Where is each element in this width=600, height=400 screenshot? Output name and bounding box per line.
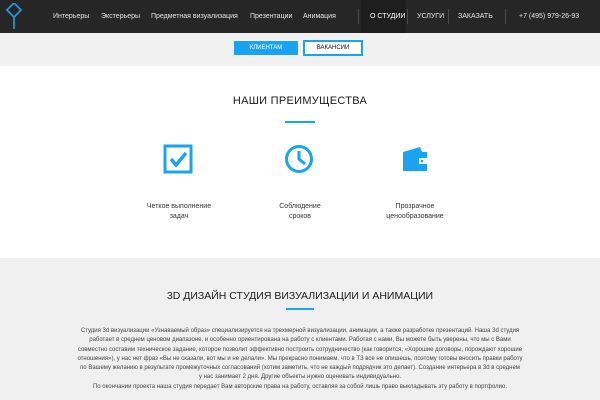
nav-divider: [448, 9, 449, 24]
nav-animation[interactable]: Анимация: [303, 0, 336, 33]
advantages-title: НАШИ ПРЕИМУЩЕСТВА: [232, 95, 368, 107]
nav-services[interactable]: УСЛУГИ: [417, 0, 444, 33]
nav-exteriors[interactable]: Экстерьеры: [101, 0, 140, 33]
nav-product-visualization[interactable]: Предметная визуализация: [151, 0, 238, 33]
feature-text-tasks: Четкое выполнение задач: [146, 203, 212, 220]
nav-divider: [407, 9, 408, 24]
subnav-strip: [0, 33, 600, 66]
feature-text-pricing: Прозрачное ценообразование: [386, 203, 444, 220]
clock-icon: [285, 145, 313, 173]
nav-divider: [505, 9, 506, 24]
studio-title: 3D ДИЗАЙН СТУДИЯ ВИЗУАЛИЗАЦИИ И АНИМАЦИИ: [166, 290, 434, 302]
wallet-icon: [403, 147, 427, 171]
nav-divider: [358, 9, 359, 24]
nav-order[interactable]: ЗАКАЗАТЬ: [458, 0, 493, 33]
phone-number[interactable]: +7 (495) 979-26-93: [519, 0, 579, 33]
title-underline: [286, 308, 314, 310]
top-navbar: Интерьеры Экстерьеры Предметная визуализ…: [0, 0, 600, 33]
vacancies-button[interactable]: ВАКАНСИИ: [303, 40, 363, 56]
title-underline: [285, 121, 315, 123]
feature-text-deadlines: Соблюдение сроков: [279, 203, 321, 220]
nav-interiors[interactable]: Интерьеры: [53, 0, 89, 33]
studio-description: Студия 3d визуализации «Узнаваемый образ…: [77, 328, 523, 390]
studio-logo-icon[interactable]: [5, 3, 23, 30]
nav-about-studio[interactable]: О СТУДИИ: [370, 0, 405, 33]
clients-button[interactable]: КЛИЕНТАМ: [234, 41, 298, 55]
nav-presentations[interactable]: Презентации: [250, 0, 292, 33]
checkbox-icon: [163, 144, 193, 174]
